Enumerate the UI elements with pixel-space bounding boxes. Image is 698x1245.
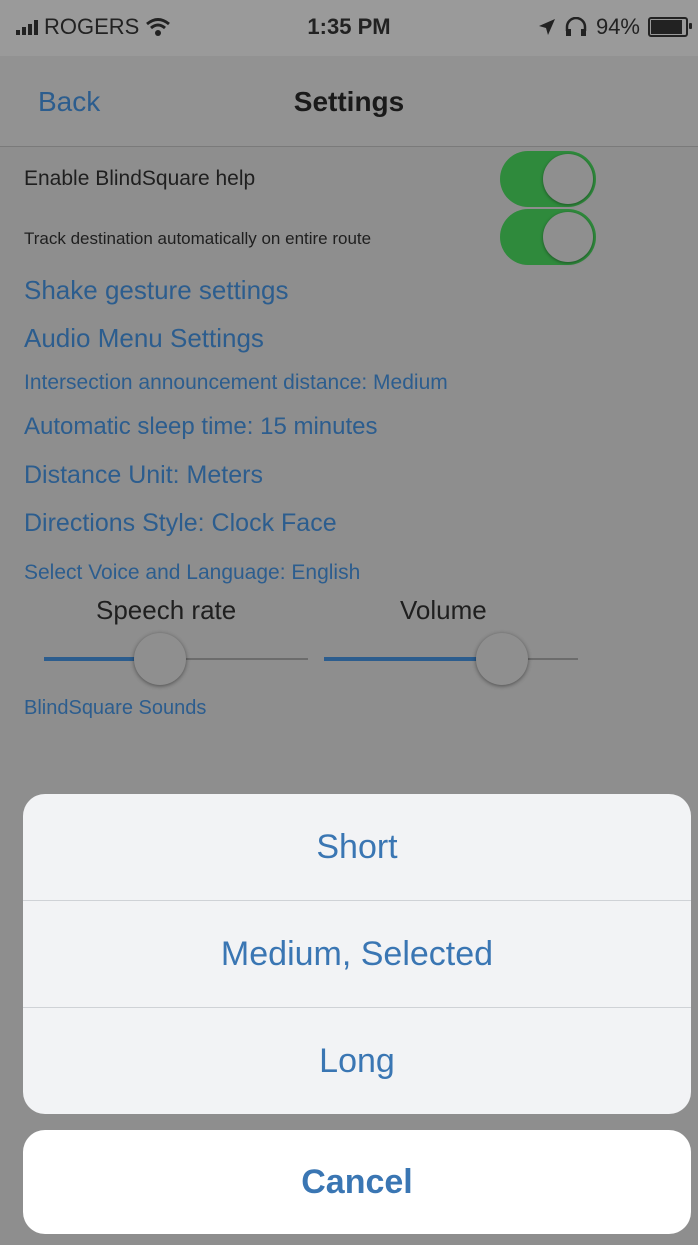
location-icon xyxy=(538,19,555,35)
settings-screen: ROGERS 1:35 PM 94% Back Settings Enable … xyxy=(0,0,698,1245)
intersection-distance-link[interactable]: Intersection announcement distance: Medi… xyxy=(24,371,448,395)
blindsquare-sounds-link[interactable]: BlindSquare Sounds xyxy=(24,697,206,720)
status-right: 94% xyxy=(538,14,692,40)
option-short[interactable]: Short xyxy=(23,794,691,900)
toggle-knob xyxy=(543,154,593,204)
voice-language-link[interactable]: Select Voice and Language: English xyxy=(24,561,360,585)
option-long[interactable]: Long xyxy=(23,1008,691,1114)
toggle-knob xyxy=(543,212,593,262)
battery-icon xyxy=(648,17,692,37)
directions-style-link[interactable]: Directions Style: Clock Face xyxy=(24,509,337,538)
enable-help-label: Enable BlindSquare help xyxy=(24,167,256,190)
shake-gesture-settings-link[interactable]: Shake gesture settings xyxy=(24,275,289,306)
sleep-time-link[interactable]: Automatic sleep time: 15 minutes xyxy=(24,413,378,441)
slider-thumb[interactable] xyxy=(475,633,528,685)
cancel-button[interactable]: Cancel xyxy=(23,1130,691,1234)
distance-unit-link[interactable]: Distance Unit: Meters xyxy=(24,461,263,490)
action-sheet: Short Medium, Selected Long xyxy=(23,794,691,1114)
volume-label: Volume xyxy=(400,595,487,625)
speech-rate-label: Speech rate xyxy=(96,595,237,625)
option-medium-selected[interactable]: Medium, Selected xyxy=(23,901,691,1007)
slider-thumb[interactable] xyxy=(134,633,187,685)
page-title: Settings xyxy=(293,86,405,117)
speech-rate-slider[interactable] xyxy=(44,633,308,685)
battery-percent: 94% xyxy=(595,14,640,39)
navigation-bar: Back Settings xyxy=(0,56,698,147)
track-destination-label: Track destination automatically on entir… xyxy=(24,229,372,248)
volume-slider[interactable] xyxy=(324,633,578,685)
audio-menu-settings-link[interactable]: Audio Menu Settings xyxy=(24,323,264,354)
status-bar: ROGERS 1:35 PM 94% xyxy=(0,0,698,56)
enable-help-toggle[interactable] xyxy=(500,151,596,207)
track-destination-toggle[interactable] xyxy=(500,209,596,265)
headphones-icon xyxy=(565,17,587,36)
